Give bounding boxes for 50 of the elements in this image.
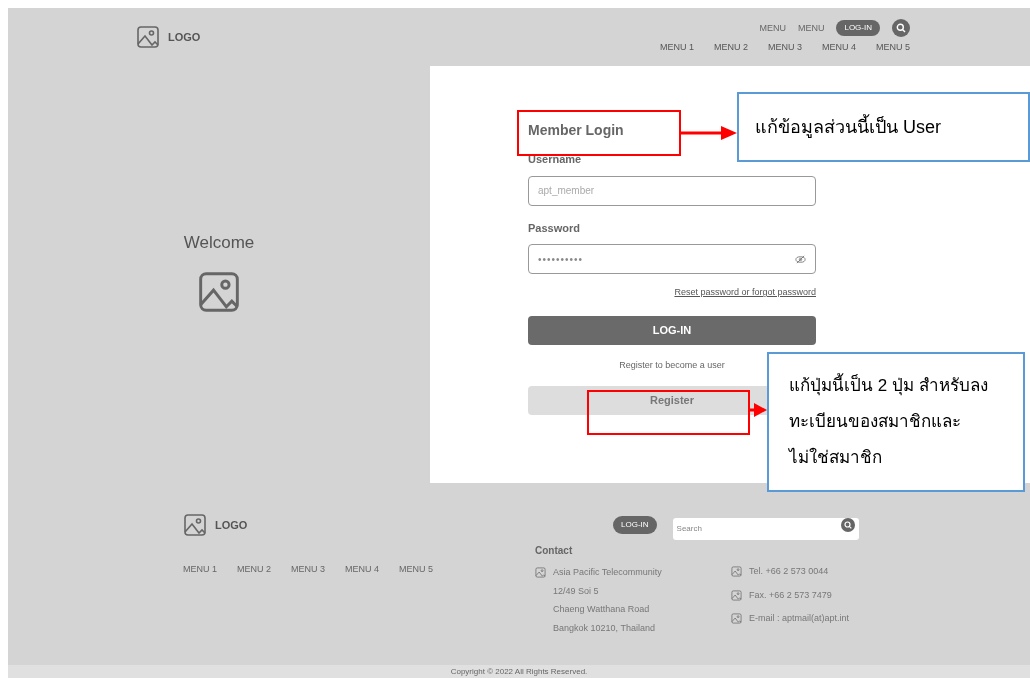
search-button[interactable] [892, 19, 910, 38]
password-field[interactable]: •••••••••• [528, 244, 816, 274]
contact-title: Contact [535, 544, 574, 558]
image-icon [731, 589, 742, 601]
login-button[interactable]: LOG-IN [613, 516, 657, 534]
logo-text: LOGO [215, 517, 248, 533]
menu-link[interactable]: MENU [759, 21, 786, 35]
nav-link[interactable]: MENU 1 [659, 41, 694, 55]
field-label: Username [528, 152, 583, 167]
address-line: Bangkok 10210, Thailand [553, 621, 656, 635]
search-icon[interactable] [840, 518, 855, 532]
form-title: Member Login [528, 121, 624, 140]
register-prompt: Register to become a user [619, 358, 725, 372]
login-button[interactable]: LOG-IN [836, 20, 880, 37]
menu-link[interactable]: MENU [797, 21, 825, 35]
image-icon [731, 566, 742, 578]
search-icon [896, 23, 906, 34]
footer-nav-link[interactable]: MENU 5 [399, 563, 434, 635]
address-line: Asia Pacific Telecommunity [553, 566, 662, 579]
nav-link[interactable]: MENU 5 [876, 41, 910, 55]
address-line: 12/49 Soi 5 [553, 584, 600, 598]
image-icon [183, 513, 207, 537]
forgot-password-link[interactable]: Reset password or forgot password [674, 286, 816, 300]
copyright-text: Copyright © 2022 All Rights Reserved. [450, 666, 588, 677]
contact-line: E-mail : aptmail(at)apt.int [749, 612, 850, 625]
footer-nav-link[interactable]: MENU 1 [183, 563, 217, 635]
logo-text: LOGO [168, 29, 201, 45]
contact-line: Tel. +66 2 573 0044 [749, 565, 829, 578]
footer-nav-link[interactable]: MENU 3 [291, 563, 326, 635]
image-icon [136, 25, 160, 49]
field-label: Password [528, 220, 581, 236]
nav-link[interactable]: MENU 3 [767, 41, 802, 55]
contact-line: Fax. +66 2 573 7479 [749, 588, 832, 602]
image-icon [535, 567, 546, 578]
search-field[interactable]: Search [672, 517, 859, 540]
annotation-note: แก้ปุ่มนี้เป็น 2 ปุ่ม สำหรับลงทะเบียนของสมาชิกและไม่ใช่สมาชิก [767, 352, 1025, 492]
image-icon [731, 613, 742, 625]
arrow [681, 126, 737, 140]
nav-link[interactable]: MENU 2 [713, 41, 748, 55]
arrow [750, 403, 767, 417]
image-icon [197, 269, 241, 314]
footer-nav-link[interactable]: MENU 4 [345, 563, 380, 635]
annotation-note: แก้ข้อมูลส่วนนี้เป็น User [737, 92, 1030, 162]
username-field[interactable]: apt_member [528, 175, 816, 206]
welcome-title: Welcome [183, 232, 255, 254]
login-button[interactable]: LOG-IN [528, 315, 816, 345]
eye-off-icon[interactable] [795, 253, 806, 265]
address-line: Chaeng Watthana Road [553, 603, 651, 616]
footer-nav-link[interactable]: MENU 2 [237, 563, 272, 635]
nav-link[interactable]: MENU 4 [821, 41, 856, 55]
